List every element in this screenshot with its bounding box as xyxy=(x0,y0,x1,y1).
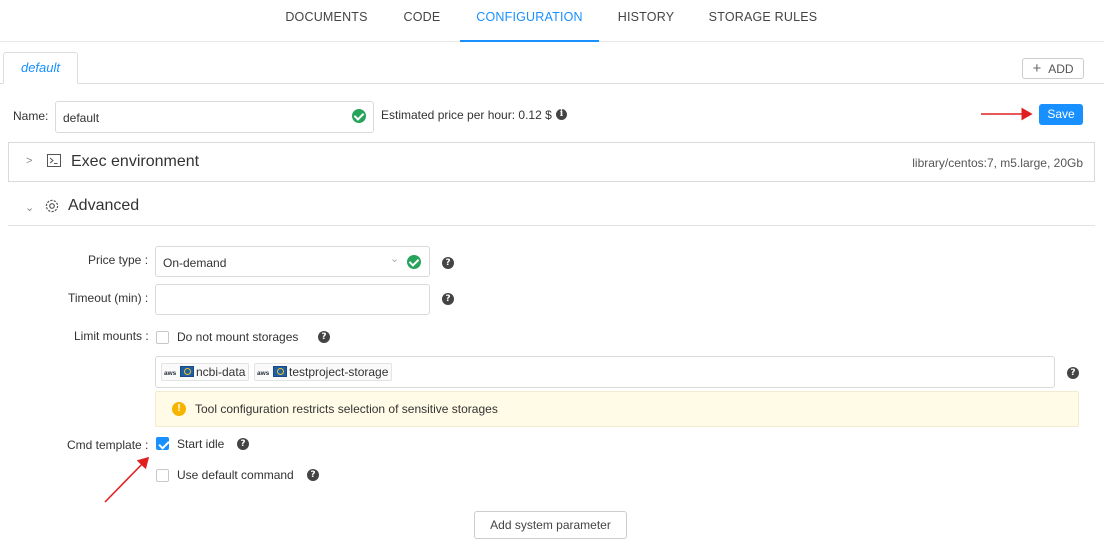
config-tab-default[interactable]: default xyxy=(3,52,78,84)
annotation-arrow-start-idle xyxy=(104,456,150,503)
annotation-arrows xyxy=(104,107,1033,503)
